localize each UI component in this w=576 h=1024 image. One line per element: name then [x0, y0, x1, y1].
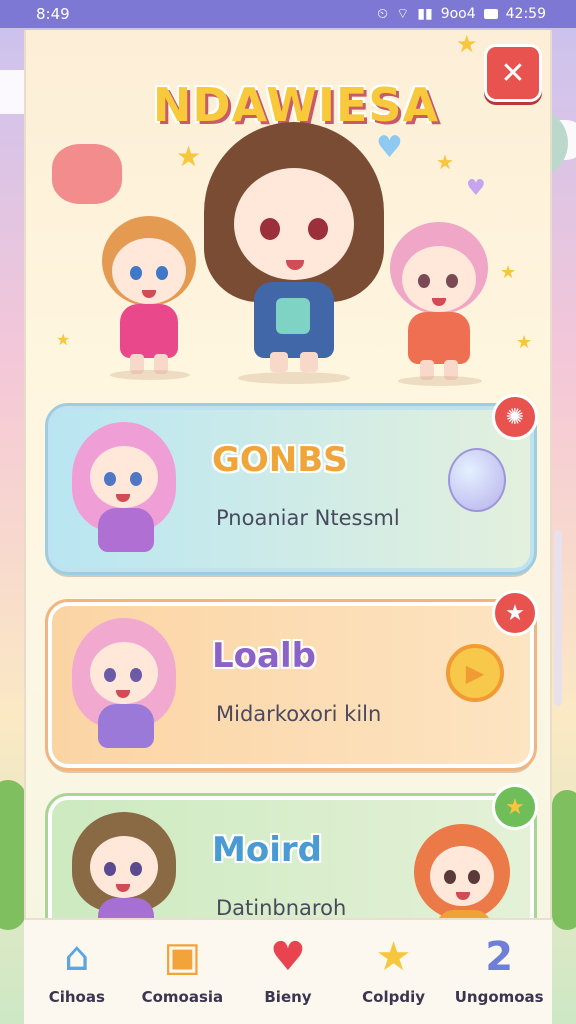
status-icons: ⏲ ⌔ ▮▮ 9oo4 42:59 — [377, 5, 546, 23]
nav-label: Ungomoas — [454, 988, 544, 1006]
close-icon: ✕ — [500, 55, 526, 91]
balloon-icon — [448, 448, 506, 512]
nav-label: Cihoas — [48, 988, 105, 1006]
badge-icon: ✺ — [505, 404, 525, 430]
creature-decoration — [52, 144, 122, 204]
card-subtitle: Datinbnaroh — [216, 896, 347, 920]
heart-icon: ♥ — [270, 934, 306, 980]
menu-card[interactable]: Loalb Midarkoxori kiln ▶ ★ — [45, 590, 538, 771]
card-subtitle: Midarkoxori kiln — [216, 702, 382, 726]
character-right — [384, 222, 494, 386]
wifi-icon: ⌔ — [396, 6, 410, 22]
signal-icon: ▮▮ — [417, 6, 433, 22]
star-icon: ★ — [56, 330, 71, 349]
nav-label: Colpdiy — [362, 988, 425, 1006]
star-icon: ★ — [456, 30, 478, 58]
card-badge[interactable]: ✺ — [492, 394, 538, 440]
character-left — [94, 216, 204, 380]
character-center — [204, 122, 384, 384]
nav-item-home[interactable]: ⌂ Cihoas — [27, 932, 127, 1006]
bush-decoration — [552, 790, 576, 930]
status-clock: 42:59 — [505, 6, 546, 22]
card-title: Moird — [212, 830, 322, 870]
folder-icon: ▣ — [163, 934, 202, 980]
number-two-icon: 2 — [485, 934, 514, 980]
bottom-nav: ⌂ Cihoas ▣ Comoasia ♥ Bieny ★ Colpdiy 2 … — [24, 918, 552, 1024]
bush-decoration — [0, 780, 26, 930]
menu-card[interactable]: GONBS Pnoaniar Ntessml ✺ — [45, 394, 538, 575]
nav-item-favorites[interactable]: ♥ Bieny — [238, 932, 338, 1006]
nav-item-more[interactable]: 2 Ungomoas — [449, 932, 549, 1006]
card-badge[interactable]: ★ — [492, 784, 538, 830]
star-icon: ★ — [516, 332, 533, 353]
nav-label: Bieny — [264, 988, 312, 1006]
status-bar: 8:49 ⏲ ⌔ ▮▮ 9oo4 42:59 — [0, 0, 576, 28]
card-title: Loalb — [212, 636, 316, 676]
status-time: 8:49 — [36, 5, 70, 23]
star-icon: ★ — [500, 262, 517, 283]
star-icon: ★ — [176, 140, 202, 173]
card-subtitle: Pnoaniar Ntessml — [216, 506, 400, 530]
battery-icon — [483, 9, 498, 19]
nav-item-collection[interactable]: ▣ Comoasia — [132, 932, 232, 1006]
nav-label: Comoasia — [141, 988, 224, 1006]
nav-item-rewards[interactable]: ★ Colpdiy — [344, 932, 444, 1006]
card-character — [66, 422, 186, 558]
card-title: GONBS — [212, 440, 348, 480]
play-button[interactable]: ▶ — [446, 644, 504, 702]
star-icon: ★ — [505, 600, 525, 626]
heart-icon: ♥ — [466, 176, 486, 201]
card-badge[interactable]: ★ — [492, 590, 538, 636]
home-icon: ⌂ — [64, 934, 90, 980]
star-icon: ★ — [436, 150, 454, 174]
main-panel: NDAWIESA ✕ ★ ★ ★ ★ ★ ★ ♥ ♥ GONBS Pnoania… — [24, 30, 552, 1024]
close-button[interactable]: ✕ — [484, 44, 542, 102]
star-icon: ★ — [505, 794, 525, 820]
status-text: 9oo4 — [440, 6, 476, 22]
star-icon: ★ — [375, 934, 412, 980]
card-character — [66, 618, 186, 754]
play-icon: ▶ — [465, 659, 485, 687]
scrollbar[interactable] — [554, 530, 562, 706]
alarm-icon: ⏲ — [377, 6, 389, 22]
